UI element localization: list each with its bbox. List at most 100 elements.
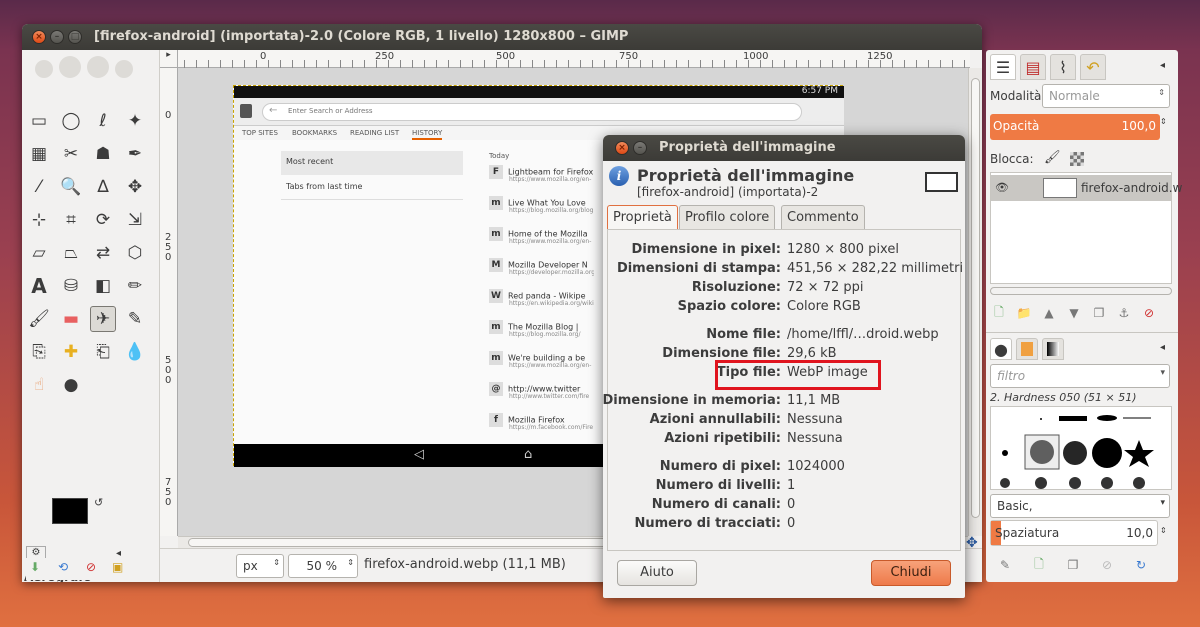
dodge-burn-icon[interactable]: ● (58, 372, 84, 398)
delete-layer-icon[interactable]: ⊘ (1140, 304, 1158, 322)
blend-icon[interactable]: ◧ (90, 273, 116, 299)
perspective-clone-icon[interactable]: ⎗ (90, 339, 116, 365)
close-button[interactable]: Chiudi (871, 560, 951, 586)
heal-icon[interactable]: ✚ (58, 339, 84, 365)
spacing-slider[interactable]: Spaziatura 10,0 (990, 520, 1158, 546)
tab-properties[interactable]: Proprietà (607, 205, 678, 229)
channels-tab-icon[interactable]: ▤ (1020, 54, 1046, 80)
tab-color-profile[interactable]: Profilo colore (679, 205, 776, 229)
anchor-layer-icon[interactable]: ⚓ (1115, 304, 1133, 322)
edit-brush-icon[interactable]: ✎ (996, 556, 1014, 574)
paths-icon[interactable]: ✒ (122, 141, 148, 167)
configure-tab-icon[interactable]: ◂ (1160, 60, 1165, 71)
refresh-brushes-icon[interactable]: ↻ (1132, 556, 1150, 574)
vertical-scrollbar[interactable] (968, 68, 982, 536)
history-item: W Red panda - Wikipe https://en.wikipedia.… (489, 289, 594, 320)
zoom-select[interactable]: 50 % ⇕ (288, 554, 358, 578)
new-layer-group-icon[interactable]: 📁 (1015, 304, 1033, 322)
spacing-label: Spaziatura (995, 526, 1060, 540)
measure-icon[interactable]: ∆ (90, 174, 116, 200)
layers-scrollbar[interactable] (990, 287, 1172, 295)
maximize-window-button[interactable]: □ (68, 30, 82, 44)
perspective-icon[interactable]: ⏢ (58, 240, 84, 266)
flip-icon[interactable]: ⇄ (90, 240, 116, 266)
brush-grid[interactable] (990, 406, 1172, 490)
restore-options-icon[interactable]: ⟲ (58, 560, 68, 574)
foreground-color-swatch[interactable] (52, 498, 88, 524)
quick-mask-corner[interactable]: ▸ (160, 50, 178, 68)
rotate-icon[interactable]: ⟳ (90, 207, 116, 233)
configure-tab-icon[interactable]: ◂ (1160, 342, 1165, 353)
unit-value: px (243, 559, 258, 573)
reset-options-icon[interactable]: ▣ (112, 560, 123, 574)
unit-select[interactable]: px ⇕ (236, 554, 284, 578)
tool-options-buttons: ⬇ ⟲ ⊘ ▣ (26, 558, 132, 580)
raise-layer-icon[interactable]: ▲ (1040, 304, 1058, 322)
delete-options-icon[interactable]: ⊘ (86, 560, 96, 574)
undo-history-tab-icon[interactable]: ↶ (1080, 54, 1106, 80)
mode-select[interactable]: Normale ⇕ (1042, 84, 1170, 108)
scissors-icon[interactable]: ✂ (58, 141, 84, 167)
gradients-tab-icon[interactable] (1042, 338, 1064, 360)
visibility-eye-icon[interactable]: 👁 (995, 181, 1009, 194)
crop-icon[interactable]: ⌗ (58, 207, 84, 233)
lower-layer-icon[interactable]: ▼ (1065, 304, 1083, 322)
opacity-spin-icon[interactable]: ⇕ (1160, 117, 1167, 126)
cage-icon[interactable]: ⬡ (122, 240, 148, 266)
delete-brush-icon[interactable]: ⊘ (1098, 556, 1116, 574)
dialog-close-window-button[interactable]: × (615, 141, 629, 155)
dialog-minimize-button[interactable]: – (633, 141, 647, 155)
file-type-highlight-box (715, 360, 881, 390)
brushes-tab-icon[interactable]: ● (990, 338, 1012, 360)
paths-tab-icon[interactable]: ⌇ (1050, 54, 1076, 80)
layer-row[interactable]: 👁 firefox-android.w (991, 175, 1182, 201)
brush-set-select[interactable]: Basic, ▾ (990, 494, 1170, 518)
new-brush-icon[interactable]: 🗋 (1030, 556, 1048, 574)
save-options-icon[interactable]: ⬇ (30, 560, 40, 574)
patterns-tab-icon[interactable] (1016, 338, 1038, 360)
lock-pixels-icon[interactable]: 🖌 (1044, 150, 1061, 165)
duplicate-layer-icon[interactable]: ❐ (1090, 304, 1108, 322)
free-select-icon[interactable]: ℓ (90, 108, 116, 134)
shear-icon[interactable]: ▱ (26, 240, 52, 266)
scale-icon[interactable]: ⇲ (122, 207, 148, 233)
help-button[interactable]: Aiuto (617, 560, 697, 586)
lock-alpha-icon[interactable] (1070, 152, 1084, 166)
image-properties-dialog: × – Proprietà dell'immagine i Proprietà … (603, 135, 965, 598)
tab-comment[interactable]: Commento (781, 205, 865, 229)
text-icon[interactable]: A (26, 273, 52, 299)
duplicate-brush-icon[interactable]: ❐ (1064, 556, 1082, 574)
layers-tab-icon[interactable]: ☰ (990, 54, 1016, 80)
opacity-slider[interactable]: Opacità 100,0 (990, 114, 1160, 140)
spacing-spin-icon[interactable]: ⇕ (1160, 526, 1167, 535)
navigate-icon[interactable]: ✥ (966, 535, 978, 551)
brush-filter-input[interactable]: filtro ▾ (990, 364, 1170, 388)
align-icon[interactable]: ⊹ (26, 207, 52, 233)
clone-icon[interactable]: ⎘ (26, 339, 52, 365)
bucket-fill-icon[interactable]: ⛁ (58, 273, 84, 299)
new-layer-icon[interactable]: 🗋 (990, 304, 1008, 322)
history-item: m Live What You Love https://blog.mozilla.… (489, 196, 594, 227)
close-window-button[interactable]: × (32, 30, 46, 44)
history-left-item: Tabs from last time (281, 176, 463, 200)
ruler-mark: 500 (165, 355, 172, 386)
minimize-window-button[interactable]: – (50, 30, 64, 44)
color-picker-icon[interactable]: ⁄ (26, 174, 52, 200)
rect-select-icon[interactable]: ▭ (26, 108, 52, 134)
pencil-icon[interactable]: ✏ (122, 273, 148, 299)
paintbrush-icon[interactable]: 🖌 (26, 306, 52, 332)
eraser-icon[interactable]: ▬ (58, 306, 84, 332)
fuzzy-select-icon[interactable]: ✦ (122, 108, 148, 134)
foreground-select-icon[interactable]: ☗ (90, 141, 116, 167)
color-select-icon[interactable]: ▦ (26, 141, 52, 167)
blur-icon[interactable]: 💧 (122, 339, 148, 365)
ellipse-select-icon[interactable]: ◯ (58, 108, 84, 134)
zoom-icon[interactable]: 🔍 (58, 174, 84, 200)
airbrush-icon[interactable]: ✈ (90, 306, 116, 332)
smudge-icon[interactable]: ☝ (26, 372, 52, 398)
move-icon[interactable]: ✥ (122, 174, 148, 200)
property-row: Numero di tracciati: 0 (634, 516, 796, 531)
ruler-mark: 0 (165, 110, 172, 121)
ink-icon[interactable]: ✎ (122, 306, 148, 332)
swap-colors-icon[interactable]: ↺ (94, 496, 103, 509)
